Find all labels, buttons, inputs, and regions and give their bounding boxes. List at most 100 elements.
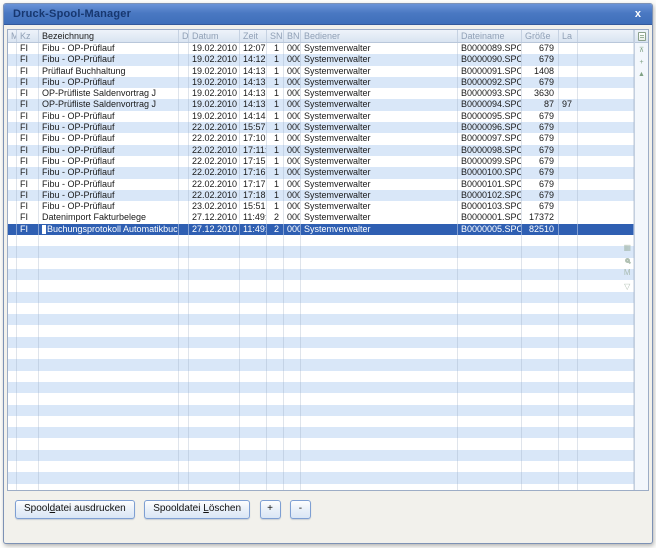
table-row[interactable]: FIFibu - OP-Prüflauf22.02.2010 /Mo17:18:… bbox=[8, 190, 634, 201]
column-header-snr[interactable]: SNr bbox=[267, 30, 284, 42]
table-row[interactable]: FIFibu - OP-Prüflauf23.02.2010 /Di15:51:… bbox=[8, 201, 634, 212]
cell-kz: FI bbox=[17, 201, 39, 212]
table-row[interactable]: FIFibu - OP-Prüflauf22.02.2010 /Mo17:11:… bbox=[8, 145, 634, 156]
cell-zeit: 17:16:0 bbox=[240, 167, 267, 178]
scroll-to-top-icon[interactable]: ⊼ bbox=[639, 47, 644, 55]
column-header-groesse[interactable]: Größe bbox=[522, 30, 559, 42]
scroll-up-icon[interactable]: ▲ bbox=[638, 71, 645, 79]
print-label-post: atei ausdrucken bbox=[55, 503, 126, 514]
cell-kz: FI bbox=[17, 99, 39, 110]
cell-d bbox=[179, 438, 189, 449]
cell-spacer bbox=[578, 461, 634, 472]
cell-d bbox=[179, 111, 189, 122]
column-header-la[interactable]: La bbox=[559, 30, 578, 42]
column-header-zeit[interactable]: Zeit bbox=[240, 30, 267, 42]
cell-zeit: 17:18:2 bbox=[240, 190, 267, 201]
cell-snr bbox=[267, 484, 284, 490]
cell-groesse: 679 bbox=[522, 179, 559, 190]
cell-datum bbox=[189, 314, 240, 325]
empty-row bbox=[8, 438, 634, 449]
table-row[interactable]: FIFibu - OP-Prüflauf19.02.2010 /Fr12:07:… bbox=[8, 43, 634, 54]
delete-spool-button[interactable]: Spooldatei Löschen bbox=[144, 500, 250, 519]
column-header-kz[interactable]: Kz bbox=[17, 30, 39, 42]
cell-bediener bbox=[301, 393, 458, 404]
cell-dateiname: B0000092.SPO bbox=[458, 77, 522, 88]
cell-la bbox=[559, 54, 578, 65]
column-header-m[interactable]: M bbox=[8, 30, 17, 42]
cell-dateiname bbox=[458, 337, 522, 348]
cell-snr: 1 bbox=[267, 190, 284, 201]
column-header-datum[interactable]: Datum bbox=[189, 30, 240, 42]
table-row[interactable]: FIFibu - OP-Prüflauf22.02.2010 /Mo17:16:… bbox=[8, 167, 634, 178]
column-chooser-button[interactable] bbox=[635, 30, 648, 43]
cell-bediener: Systemverwalter bbox=[301, 66, 458, 77]
column-header-bediener[interactable]: Bediener bbox=[301, 30, 458, 42]
table-row[interactable]: FIOP-Prüfliste Saldenvortrag J19.02.2010… bbox=[8, 99, 634, 110]
cell-la bbox=[559, 393, 578, 404]
cell-m bbox=[8, 325, 17, 336]
cell-spacer bbox=[578, 190, 634, 201]
column-header-d[interactable]: D bbox=[179, 30, 189, 42]
scroll-plus-icon[interactable]: + bbox=[639, 59, 643, 67]
cell-datum bbox=[189, 371, 240, 382]
table-row[interactable]: FIFibu - OP-Prüflauf19.02.2010 /Fr14:14:… bbox=[8, 111, 634, 122]
cell-zeit bbox=[240, 303, 267, 314]
cell-m bbox=[8, 314, 17, 325]
table-row[interactable]: FIFibu - OP-Prüflauf19.02.2010 /Fr14:13:… bbox=[8, 77, 634, 88]
table-row[interactable]: FIFibu - OP-Prüflauf19.02.2010 /Fr14:12:… bbox=[8, 54, 634, 65]
table-row[interactable]: FIOP-Prüfliste Saldenvortrag J19.02.2010… bbox=[8, 88, 634, 99]
cell-datum: 22.02.2010 /Mo bbox=[189, 133, 240, 144]
cell-m bbox=[8, 382, 17, 393]
table-row[interactable]: FIDatenimport Fakturbelege27.12.2010 /Mo… bbox=[8, 212, 634, 223]
table-row[interactable]: FIFibu - OP-Prüflauf22.02.2010 /Mo17:10:… bbox=[8, 133, 634, 144]
cell-snr bbox=[267, 371, 284, 382]
cell-kz: FI bbox=[17, 43, 39, 54]
table-row[interactable]: FIBuchungsprotokoll Automatikbuc27.12.20… bbox=[8, 224, 634, 235]
cell-d bbox=[179, 122, 189, 133]
cell-datum bbox=[189, 461, 240, 472]
cell-zeit bbox=[240, 235, 267, 246]
marker-icon[interactable]: M bbox=[624, 269, 631, 277]
cell-bezeichnung bbox=[39, 382, 179, 393]
cell-bnr bbox=[284, 438, 301, 449]
filter-icon[interactable]: ▽ bbox=[624, 283, 630, 291]
cell-dateiname: B0000089.SPO bbox=[458, 43, 522, 54]
cell-bnr bbox=[284, 382, 301, 393]
column-header-bezeichnung[interactable]: Bezeichnung bbox=[39, 30, 179, 42]
remove-button[interactable]: - bbox=[290, 500, 311, 519]
cell-bediener: Systemverwalter bbox=[301, 167, 458, 178]
grid-view-icon[interactable]: ▦ bbox=[623, 244, 631, 252]
column-header-spacer[interactable] bbox=[578, 30, 634, 42]
cell-spacer bbox=[578, 145, 634, 156]
cell-d bbox=[179, 43, 189, 54]
table-row[interactable]: FIFibu - OP-Prüflauf22.02.2010 /Mo15:57:… bbox=[8, 122, 634, 133]
column-header-bnr[interactable]: BNr bbox=[284, 30, 301, 42]
cell-d bbox=[179, 405, 189, 416]
table-row[interactable]: FIPrüflauf Buchhaltung19.02.2010 /Fr14:1… bbox=[8, 66, 634, 77]
add-button[interactable]: + bbox=[260, 500, 281, 519]
cell-kz: FI bbox=[17, 167, 39, 178]
cell-la bbox=[559, 416, 578, 427]
cell-la bbox=[559, 88, 578, 99]
cell-bediener: Systemverwalter bbox=[301, 179, 458, 190]
close-icon[interactable]: x bbox=[633, 9, 643, 20]
cell-bediener bbox=[301, 472, 458, 483]
titlebar[interactable]: Druck-Spool-Manager x bbox=[4, 4, 652, 25]
grid-scrollbar[interactable]: ⊼ + ▲ bbox=[634, 30, 648, 490]
cell-datum bbox=[189, 269, 240, 280]
cell-kz bbox=[17, 337, 39, 348]
cell-bezeichnung bbox=[39, 325, 179, 336]
grid-tool-icons: ▦ M ▽ bbox=[623, 244, 631, 291]
cell-snr bbox=[267, 258, 284, 269]
cell-bediener: Systemverwalter bbox=[301, 224, 458, 235]
search-icon[interactable] bbox=[625, 258, 630, 263]
print-spool-button[interactable]: Spooldatei ausdrucken bbox=[15, 500, 135, 519]
cell-dateiname bbox=[458, 359, 522, 370]
cell-kz: FI bbox=[17, 179, 39, 190]
column-header-dateiname[interactable]: Dateiname bbox=[458, 30, 522, 42]
cell-zeit: 15:51:2 bbox=[240, 201, 267, 212]
cell-dateiname bbox=[458, 303, 522, 314]
cell-bezeichnung: Fibu - OP-Prüflauf bbox=[39, 201, 179, 212]
table-row[interactable]: FIFibu - OP-Prüflauf22.02.2010 /Mo17:17:… bbox=[8, 179, 634, 190]
table-row[interactable]: FIFibu - OP-Prüflauf22.02.2010 /Mo17:15:… bbox=[8, 156, 634, 167]
